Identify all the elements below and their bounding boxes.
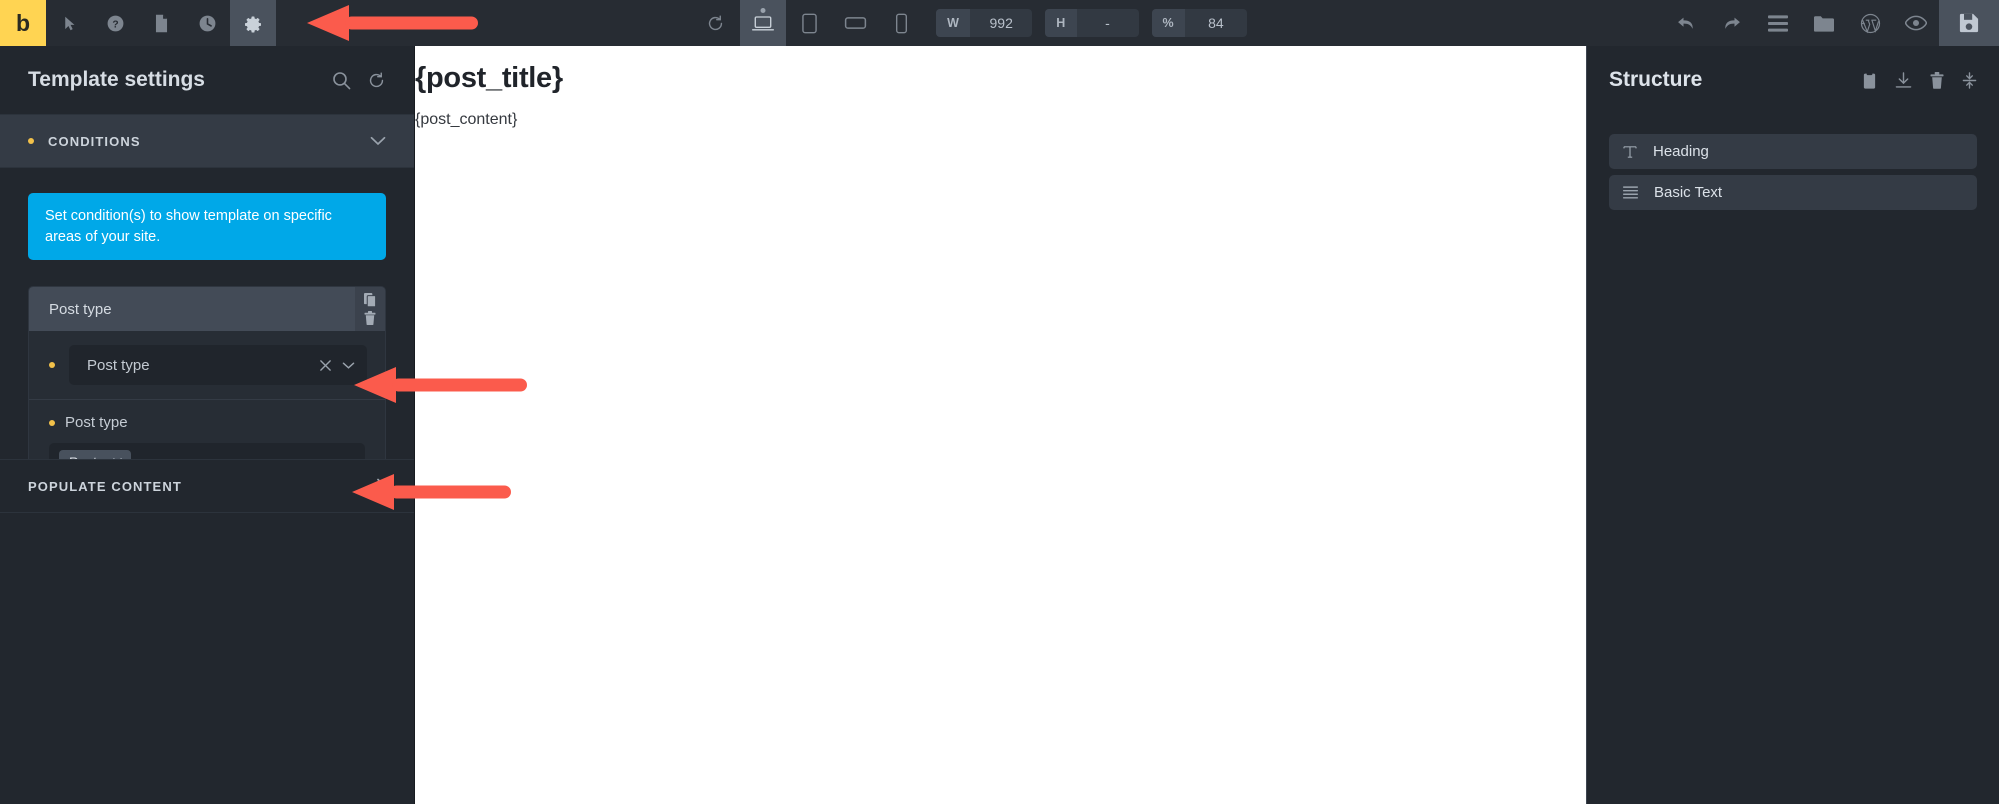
right-structure-panel: Structure Heading Basic Text [1586,46,1999,804]
toolbar-right-group [1663,0,1999,46]
post-type-field-block: Post type Posts [29,400,385,459]
main-body: Template settings CONDITIONS Set conditi… [0,46,1999,804]
save-disk-icon[interactable] [1939,0,1999,46]
trash-icon[interactable] [1930,71,1944,89]
posts-tag-input[interactable]: Posts [49,443,365,459]
right-panel-header: Structure [1587,46,1999,114]
structure-item-label: Basic Text [1654,184,1723,201]
device-tablet-portrait-icon[interactable] [786,0,832,46]
tag-label: Posts [69,454,104,459]
trash-icon[interactable] [364,311,376,326]
paste-clipboard-icon[interactable] [1862,71,1877,89]
device-preview-group [740,0,924,46]
left-panel-filler [0,513,414,804]
preview-canvas[interactable]: {post_title} {post_content} [415,46,1586,804]
condition-card: Post type Post type Post type [28,286,386,459]
width-field[interactable]: W 992 [936,9,1033,37]
wordpress-icon[interactable] [1847,0,1893,46]
bricks-logo[interactable]: b [0,0,46,46]
folder-icon[interactable] [1801,0,1847,46]
left-panel-header: Template settings [0,46,414,114]
height-field[interactable]: H - [1045,9,1139,37]
hamburger-menu-icon[interactable] [1755,0,1801,46]
structure-item-heading[interactable]: Heading [1609,134,1977,169]
device-laptop-icon[interactable] [740,0,787,46]
post-type-field-label-row: Post type [49,414,365,431]
device-active-dot [760,8,766,13]
collapse-all-icon[interactable] [1962,71,1977,89]
post-type-field-label: Post type [65,414,128,432]
structure-title: Structure [1609,68,1703,91]
close-x-icon[interactable] [319,359,332,372]
chevron-down-icon[interactable] [370,136,386,146]
post-title-element[interactable]: {post_title} [415,62,1586,95]
toolbar-left-group: ? [46,0,276,46]
zoom-value[interactable]: 84 [1185,9,1247,37]
width-value[interactable]: 992 [970,9,1032,37]
condition-card-header[interactable]: Post type [29,287,385,332]
gear-icon[interactable] [230,0,276,46]
structure-list: Heading Basic Text [1587,114,1999,216]
chevron-down-icon[interactable] [342,361,355,370]
eye-preview-icon[interactable] [1893,0,1939,46]
populate-content-section-title: POPULATE CONTENT [28,478,182,494]
text-heading-icon [1623,145,1637,159]
chevron-right-icon[interactable] [376,478,386,494]
post-type-field-dot [49,419,55,426]
structure-item-basic-text[interactable]: Basic Text [1609,175,1977,210]
post-content-element[interactable]: {post_content} [415,111,1586,129]
device-tablet-landscape-icon[interactable] [832,0,878,46]
page-icon[interactable] [138,0,184,46]
svg-text:?: ? [112,19,118,30]
app-root: b ? W 992 H - % 84 Template settings CON… [0,0,1999,804]
structure-item-label: Heading [1653,143,1709,160]
redo-icon[interactable] [1709,0,1755,46]
toolbar-spacer-right [1247,0,1663,46]
conditions-info-box: Set condition(s) to show template on spe… [28,193,386,261]
zoom-field[interactable]: % 84 [1151,9,1247,37]
undo-icon[interactable] [1663,0,1709,46]
refresh-icon[interactable] [367,71,386,90]
dimension-controls: W 992 H - % 84 [936,0,1247,46]
width-label: W [936,9,971,37]
refresh-canvas-icon[interactable] [692,0,738,46]
canvas-area: {post_title} {post_content} [415,46,1586,804]
device-phone-icon[interactable] [878,0,924,46]
condition-card-title: Post type [49,300,112,318]
duplicate-icon[interactable] [363,293,377,308]
tag-chip[interactable]: Posts [59,450,132,459]
left-settings-panel: Template settings CONDITIONS Set conditi… [0,46,415,804]
section-header-conditions[interactable]: CONDITIONS [0,114,414,168]
cursor-pointer-icon[interactable] [46,0,92,46]
height-value[interactable]: - [1077,9,1139,37]
top-toolbar: b ? W 992 H - % 84 [0,0,1999,46]
section-header-populate-content[interactable]: POPULATE CONTENT [0,459,414,513]
height-label: H [1045,9,1077,37]
zoom-label: % [1151,9,1185,37]
search-icon[interactable] [332,71,351,90]
condition-type-dot [49,362,55,369]
history-clock-icon[interactable] [184,0,230,46]
basic-text-icon [1623,186,1638,199]
condition-card-actions [355,287,385,332]
help-icon[interactable]: ? [92,0,138,46]
post-type-select[interactable]: Post type [69,345,367,386]
canvas-content: {post_title} {post_content} [415,62,1586,129]
post-type-select-value: Post type [87,356,150,374]
close-x-icon[interactable] [112,457,123,459]
page-title: Template settings [28,68,205,91]
download-icon[interactable] [1895,71,1912,89]
conditions-section-title: CONDITIONS [48,133,141,149]
toolbar-spacer-left [276,0,692,46]
condition-type-row: Post type [29,331,385,399]
conditions-section-content: Set condition(s) to show template on spe… [0,168,414,459]
conditions-status-dot [28,138,34,144]
